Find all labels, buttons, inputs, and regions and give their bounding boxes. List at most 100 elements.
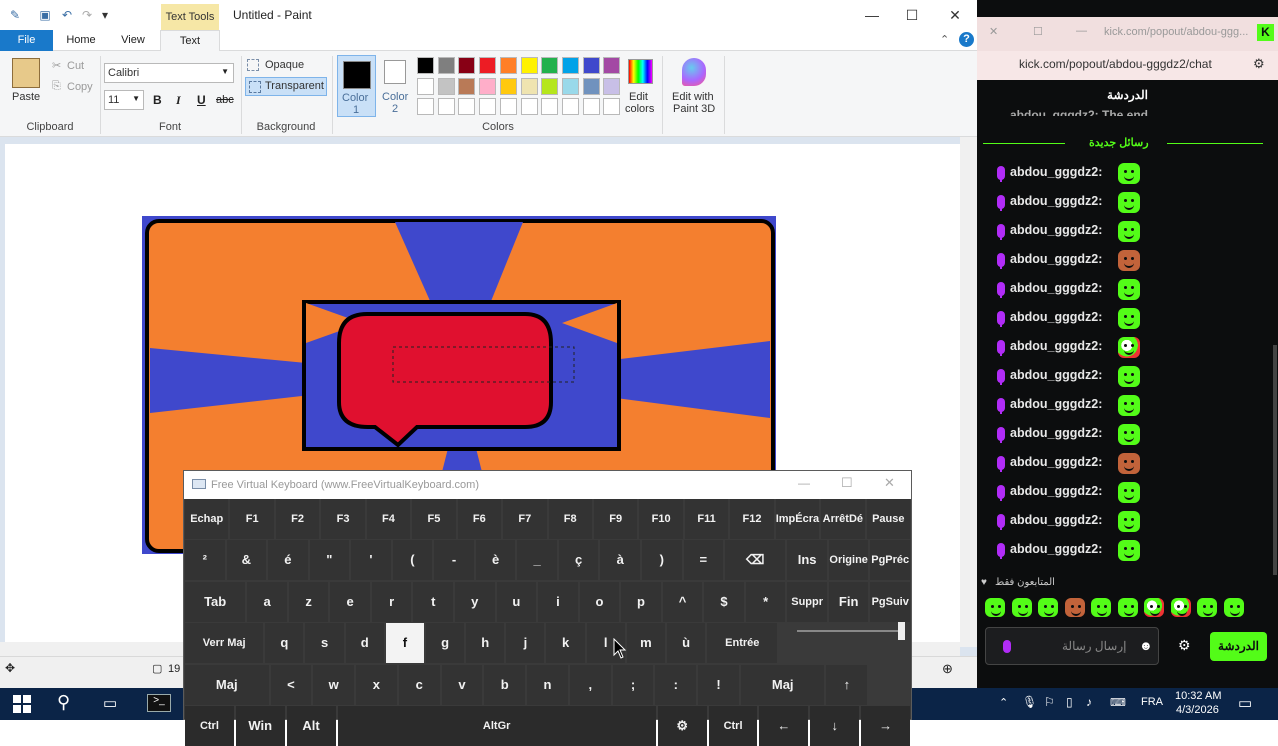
palette-swatch[interactable] <box>499 77 517 95</box>
search-icon[interactable]: ⚲ <box>57 692 70 713</box>
edit-colors-label[interactable]: Edit <box>629 91 648 103</box>
chat-username[interactable]: abdou_gggdz2: <box>1010 310 1102 324</box>
key-sym0[interactable]: ² <box>185 540 225 580</box>
undo-icon[interactable]: ↶ <box>60 8 74 22</box>
palette-swatch[interactable] <box>541 98 559 115</box>
quick-emote-icon[interactable] <box>1197 598 1217 617</box>
palette-swatch[interactable] <box>479 57 497 74</box>
chat-settings-icon[interactable]: ⚙ <box>1178 637 1191 654</box>
emote-icon[interactable] <box>1118 511 1140 532</box>
color1-button[interactable]: Color 1 <box>337 55 376 117</box>
emote-icon[interactable] <box>1118 192 1140 213</box>
key-t[interactable]: t <box>413 582 454 622</box>
palette-swatch[interactable] <box>458 77 476 95</box>
opacity-slider-track[interactable] <box>797 630 905 632</box>
network-icon[interactable]: ⚐ <box>1044 695 1055 709</box>
key-sym3[interactable]: " <box>309 540 350 580</box>
key-sym13[interactable]: ↑ <box>826 665 868 705</box>
palette-swatch[interactable] <box>479 77 497 95</box>
clock-time[interactable]: 10:32 AM <box>1175 690 1221 702</box>
key-j[interactable]: j <box>506 623 545 663</box>
key-z[interactable]: z <box>288 582 329 622</box>
terminal-app-icon[interactable]: >_ <box>147 694 171 712</box>
close-button[interactable]: ✕ <box>935 4 975 26</box>
palette-swatch[interactable] <box>417 57 434 74</box>
zoom-in-icon[interactable]: ⊕ <box>942 661 953 677</box>
transparent-option[interactable]: Transparent <box>245 77 327 96</box>
opaque-option[interactable]: Opaque <box>265 59 304 71</box>
palette-swatch[interactable] <box>603 77 621 95</box>
quick-emote-icon[interactable] <box>1170 598 1191 617</box>
edit-colors-icon[interactable] <box>628 59 653 84</box>
palette-swatch[interactable] <box>437 57 455 74</box>
key-arrtd[interactable]: ArrêtDé <box>821 499 865 539</box>
key-f6[interactable]: F6 <box>457 499 502 539</box>
key-sym10[interactable]: à <box>600 540 640 580</box>
key-f2[interactable]: F2 <box>275 499 320 539</box>
palette-swatch[interactable] <box>417 98 434 115</box>
chat-username[interactable]: abdou_gggdz2: <box>1010 426 1102 440</box>
volume-icon[interactable]: ♪ <box>1086 695 1092 709</box>
quick-emote-icon[interactable] <box>1223 598 1244 617</box>
key-o[interactable]: o <box>579 582 620 622</box>
key-sym8[interactable]: , <box>569 665 611 705</box>
key-f11[interactable]: F11 <box>684 499 729 539</box>
chat-username[interactable]: abdou_gggdz2: <box>1010 542 1102 556</box>
palette-swatch[interactable] <box>520 77 538 95</box>
chat-username[interactable]: abdou_gggdz2: <box>1010 368 1102 382</box>
emote-icon[interactable] <box>1118 540 1140 561</box>
emote-icon[interactable] <box>1118 453 1140 474</box>
palette-swatch[interactable] <box>437 77 455 95</box>
customize-qa-icon[interactable]: ▾ <box>98 8 112 22</box>
clock-date[interactable]: 4/3/2026 <box>1176 704 1219 716</box>
key-sym7[interactable]: è <box>475 540 516 580</box>
chat-username[interactable]: abdou_gggdz2: <box>1010 455 1102 469</box>
palette-swatch[interactable] <box>541 77 559 95</box>
task-view-icon[interactable]: ▭ <box>103 694 117 712</box>
battery-icon[interactable]: ▯ <box>1066 695 1073 709</box>
key-sym12[interactable]: = <box>683 540 724 580</box>
key-entre[interactable]: Entrée <box>707 623 778 663</box>
palette-swatch[interactable] <box>561 77 579 95</box>
key-pgprc[interactable]: PgPréc <box>870 540 910 580</box>
key-impcra[interactable]: ImpÉcra <box>775 499 820 539</box>
emote-icon[interactable] <box>1118 279 1140 300</box>
key-q[interactable]: q <box>265 623 304 663</box>
quick-emote-icon[interactable] <box>1144 598 1164 617</box>
bold-button[interactable]: B <box>153 93 162 107</box>
key-w[interactable]: w <box>313 665 355 705</box>
key-f5[interactable]: F5 <box>412 499 456 539</box>
emote-icon[interactable] <box>1118 250 1140 271</box>
quick-emote-icon[interactable] <box>1011 598 1032 617</box>
palette-swatch[interactable] <box>582 98 600 115</box>
key-maj[interactable]: Maj <box>185 665 269 705</box>
key-sym10[interactable]: : <box>655 665 697 705</box>
key-s[interactable]: s <box>305 623 344 663</box>
key-sym8[interactable]: _ <box>517 540 557 580</box>
show-hidden-icons[interactable]: ⌃ <box>999 696 1008 709</box>
start-icon[interactable] <box>13 695 31 713</box>
chat-scrollbar[interactable] <box>1273 345 1277 575</box>
tab-home[interactable]: Home <box>60 30 102 51</box>
key-sym4[interactable]: ⚙ <box>657 706 707 746</box>
key-sym2[interactable]: é <box>268 540 308 580</box>
key-sym11[interactable]: ù <box>666 623 706 663</box>
chat-username[interactable]: abdou_gggdz2: <box>1010 513 1102 527</box>
notifications-icon[interactable]: ▭ <box>1238 694 1252 712</box>
maximize-button[interactable]: ☐ <box>892 4 932 26</box>
key-f1[interactable]: F1 <box>230 499 274 539</box>
key-tab[interactable]: Tab <box>185 582 246 622</box>
key-sym13[interactable]: ⌫ <box>725 540 786 580</box>
keyboard-close-button[interactable]: ✕ <box>884 475 895 491</box>
key-sym1[interactable]: & <box>226 540 267 580</box>
quick-emote-icon[interactable] <box>985 598 1005 617</box>
key-pgsuiv[interactable]: PgSuiv <box>870 582 910 622</box>
key-v[interactable]: v <box>441 665 483 705</box>
emote-icon[interactable] <box>1118 395 1140 416</box>
key-sym7[interactable]: ↓ <box>810 706 860 746</box>
palette-swatch[interactable] <box>520 57 538 74</box>
emote-icon[interactable] <box>1118 308 1140 329</box>
key-win[interactable]: Win <box>235 706 285 746</box>
key-sym6[interactable]: - <box>434 540 474 580</box>
key-sym11[interactable]: ) <box>641 540 682 580</box>
